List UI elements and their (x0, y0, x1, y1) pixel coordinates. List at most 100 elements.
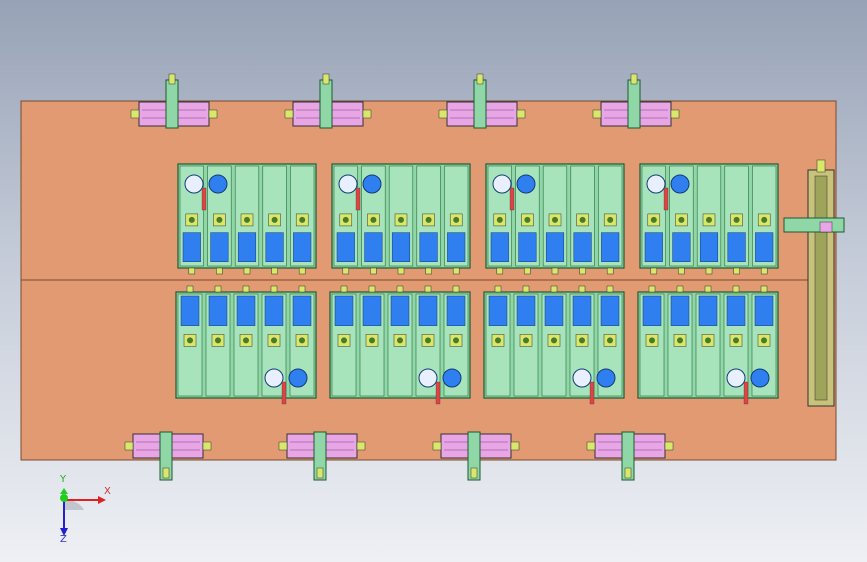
roller-strip (727, 232, 746, 263)
roller-strip (390, 295, 410, 326)
motor-roller (362, 174, 382, 194)
actuator-rod (281, 381, 287, 405)
sensor-dot (370, 216, 377, 223)
pin (424, 285, 432, 293)
sensor-dot (579, 216, 586, 223)
sensor-dot (678, 216, 685, 223)
motor-roller (596, 368, 616, 388)
slide-end-stop (630, 73, 638, 85)
sensor-dot (425, 216, 432, 223)
sensor-dot (243, 337, 249, 344)
rail-track (814, 175, 828, 401)
upper-module-cluster-2 (331, 163, 471, 275)
sensor-dot (453, 216, 460, 223)
actuator-rod (435, 381, 441, 405)
pin (732, 285, 740, 293)
pin (425, 267, 432, 275)
sensor-dot (761, 216, 768, 223)
sensor-dot (271, 337, 277, 344)
motor-housing (264, 368, 284, 388)
pin (760, 285, 768, 293)
roller-strip (180, 295, 200, 326)
pin (243, 267, 251, 275)
pin (524, 267, 531, 275)
bottom-slide-unit-2 (278, 431, 366, 481)
cad-viewport[interactable]: X Y Z (0, 0, 867, 562)
sensor-dot (677, 337, 683, 344)
slide-end-stop (322, 73, 330, 85)
sensor-dot (341, 337, 347, 344)
rail-carriage-block (819, 221, 833, 233)
pin (342, 267, 350, 275)
sensor-dot (650, 216, 657, 223)
sensor-dot (579, 337, 585, 344)
sensor-dot (369, 337, 375, 344)
roller-strip (237, 232, 257, 263)
pin (678, 267, 685, 275)
pin (270, 285, 278, 293)
roller-strip (545, 232, 565, 263)
roller-strip (292, 295, 312, 326)
roller-strip (490, 232, 509, 263)
slide-end-stop (168, 73, 176, 85)
roller-strip (755, 232, 774, 263)
roller-strip (264, 295, 284, 326)
pin (298, 267, 306, 275)
actuator-rod (201, 187, 207, 211)
pin (578, 285, 586, 293)
motor-housing (572, 368, 592, 388)
roller-strip (672, 232, 691, 263)
slide-fitting (516, 109, 526, 119)
roller-strip (572, 295, 592, 326)
pin (733, 267, 740, 275)
roller-strip (364, 232, 383, 263)
pin (370, 267, 377, 275)
sensor-dot (496, 216, 503, 223)
pin (705, 267, 713, 275)
roller-strip (293, 232, 312, 263)
motor-roller (442, 368, 462, 388)
sensor-dot (216, 216, 223, 223)
slide-fitting (438, 109, 448, 119)
roller-strip (642, 295, 662, 326)
slide-end-stop (470, 467, 478, 479)
sensor-dot (551, 337, 557, 344)
pin (368, 285, 376, 293)
lower-module-cluster-2 (329, 285, 471, 405)
sensor-dot (187, 337, 193, 344)
slide-end-stop (624, 467, 632, 479)
roller-strip (208, 295, 228, 326)
upper-module-cluster-1 (177, 163, 317, 275)
sensor-dot (523, 337, 529, 344)
pin (298, 285, 306, 293)
bottom-slide-unit-1 (124, 431, 212, 481)
pin (551, 267, 559, 275)
slide-fitting (124, 441, 134, 451)
motor-housing (492, 174, 512, 194)
xyz-orientation-triad-icon: X Y Z (40, 474, 120, 550)
roller-strip (236, 295, 256, 326)
roller-strip (210, 232, 229, 263)
pin (452, 267, 460, 275)
sensor-dot (397, 337, 403, 344)
motor-housing (646, 174, 666, 194)
sensor-dot (398, 216, 404, 223)
roller-strip (447, 232, 466, 263)
assembly-top-view[interactable] (0, 0, 867, 562)
roller-strip (488, 295, 508, 326)
actuator-rod (509, 187, 515, 211)
sensor-dot (188, 216, 195, 223)
sensor-dot (552, 216, 558, 223)
sensor-dot (342, 216, 349, 223)
roller-strip (644, 232, 663, 263)
roller-strip (446, 295, 466, 326)
upper-module-cluster-3 (485, 163, 625, 275)
motor-roller (516, 174, 536, 194)
slide-fitting (202, 441, 212, 451)
sensor-dot (299, 216, 306, 223)
pin (396, 285, 404, 293)
slide-fitting (586, 441, 596, 451)
sensor-dot (215, 337, 221, 344)
roller-strip (670, 295, 690, 326)
sensor-dot (761, 337, 767, 344)
